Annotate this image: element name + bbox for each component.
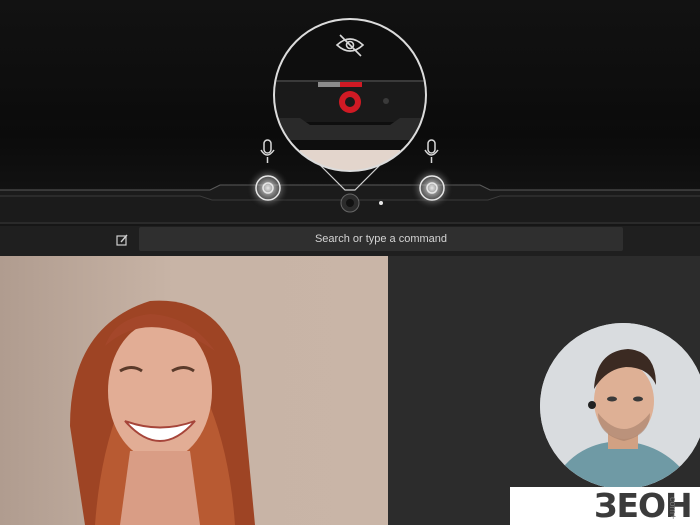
left-mic-sensor [246,166,290,210]
participant-video-woman [0,256,388,525]
participant-video-man [540,323,700,489]
laptop-bezel [0,0,700,226]
compose-icon[interactable] [112,232,132,250]
privacy-shutter[interactable] [339,91,361,113]
microphone-icon [424,139,439,163]
microphone-icon [260,139,275,163]
right-mic-sensor [410,166,454,210]
camera-indicator-light [383,98,389,104]
watermark-suffix: com+ [668,497,678,520]
search-input[interactable]: Search or type a command [139,227,623,251]
